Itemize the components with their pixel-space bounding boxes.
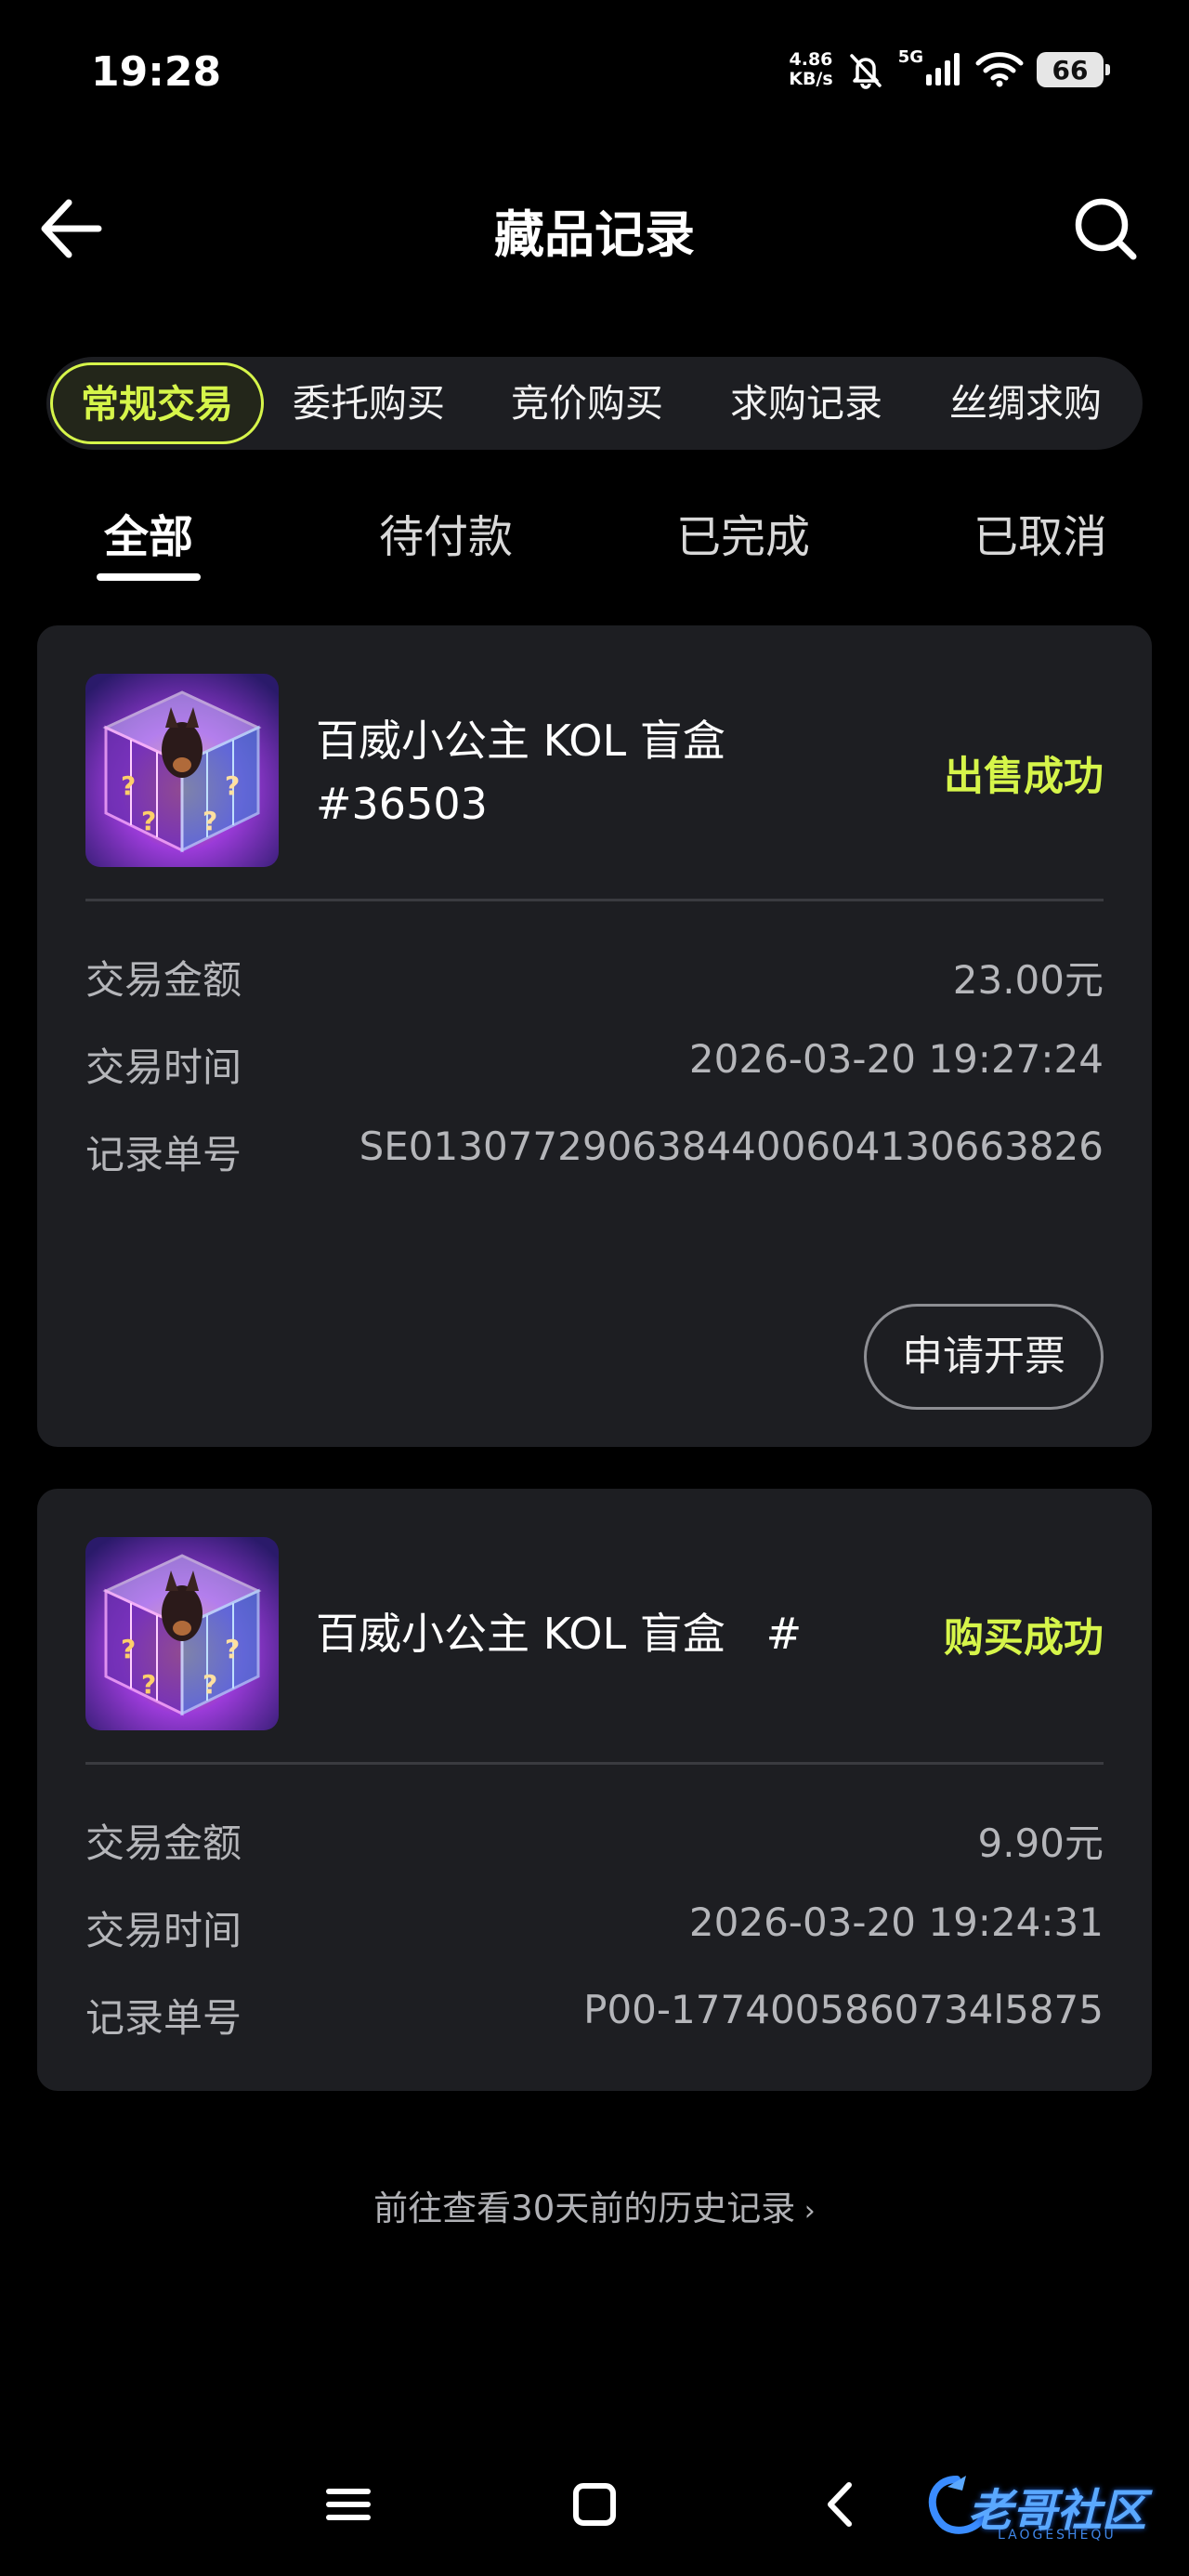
tab-entrusted-purchase[interactable]: 委托购买 bbox=[293, 357, 445, 450]
record-no-value: P00-1774005860734l5875 bbox=[583, 1987, 1104, 2032]
time-value: 2026-03-20 19:27:24 bbox=[688, 1036, 1104, 1082]
tab-silk-wanted[interactable]: 丝绸求购 bbox=[949, 357, 1102, 450]
divider bbox=[85, 899, 1104, 901]
item-thumbnail: ? ? ? ? bbox=[85, 1537, 279, 1730]
svg-text:?: ? bbox=[141, 1669, 156, 1700]
history-link[interactable]: 前往查看30天前的历史记录 › bbox=[0, 2180, 1189, 2230]
page-title: 藏品记录 bbox=[494, 205, 695, 264]
item-name: 百威小公主 KOL 盲盒 # bbox=[316, 1609, 803, 1659]
amount-label: 交易金额 bbox=[85, 1820, 242, 1866]
svg-text:?: ? bbox=[141, 806, 156, 836]
net-speed-value: 4.86 bbox=[789, 49, 833, 70]
time-value: 2026-03-20 19:24:31 bbox=[688, 1899, 1104, 1945]
amount-value: 9.90元 bbox=[977, 1820, 1104, 1866]
status-icons: 4.86 KB/s 5G 66 bbox=[789, 47, 1110, 89]
item-thumbnail: ? ? ? ? bbox=[85, 674, 279, 867]
search-icon[interactable] bbox=[1068, 191, 1143, 266]
record-no-value: SE0130772906384400604130663826 bbox=[359, 1124, 1104, 1169]
watermark-logo: 老哥社区 LAOGESHEQU bbox=[920, 2466, 1172, 2550]
tab-wanted-records[interactable]: 求购记录 bbox=[730, 357, 882, 450]
svg-text:?: ? bbox=[225, 770, 240, 801]
tab-underline bbox=[97, 573, 201, 581]
status-badge: 购买成功 bbox=[944, 1615, 1104, 1662]
status-time: 19:28 bbox=[91, 48, 222, 96]
amount-value: 23.00元 bbox=[952, 957, 1104, 1003]
tab-regular-trade[interactable]: 常规交易 bbox=[50, 362, 264, 444]
svg-text:?: ? bbox=[121, 770, 136, 801]
record-card[interactable]: ? ? ? ? 百威小公主 KOL 盲盒 # 购买成功 交易金额 9.90元 交… bbox=[37, 1489, 1152, 2091]
divider bbox=[85, 1762, 1104, 1765]
net-speed: 4.86 KB/s bbox=[789, 50, 832, 89]
tab-completed[interactable]: 已完成 bbox=[664, 500, 822, 565]
time-label: 交易时间 bbox=[85, 1908, 242, 1953]
tab-pending-payment[interactable]: 待付款 bbox=[367, 500, 525, 565]
svg-text:?: ? bbox=[203, 806, 217, 836]
tab-bid-purchase[interactable]: 竞价购买 bbox=[511, 357, 663, 450]
record-card[interactable]: ? ? ? ? 百威小公主 KOL 盲盒 #36503 出售成功 交易金额 23… bbox=[37, 625, 1152, 1447]
chevron-right-icon: › bbox=[795, 2195, 816, 2228]
svg-text:?: ? bbox=[121, 1634, 136, 1664]
net-speed-unit: KB/s bbox=[789, 69, 833, 89]
network-type: 5G bbox=[897, 47, 923, 67]
record-no-label: 记录单号 bbox=[85, 1995, 242, 2041]
time-label: 交易时间 bbox=[85, 1045, 242, 1090]
record-no-label: 记录单号 bbox=[85, 1132, 242, 1177]
back-chevron-icon[interactable] bbox=[808, 2472, 873, 2537]
item-name-line2: #36503 bbox=[316, 779, 488, 829]
apply-invoice-button[interactable]: 申请开票 bbox=[864, 1304, 1104, 1410]
item-name: 百威小公主 KOL 盲盒 #36503 bbox=[316, 709, 725, 835]
watermark-subtext: LAOGESHEQU bbox=[998, 2528, 1117, 2543]
history-link-text: 前往查看30天前的历史记录 bbox=[373, 2188, 796, 2228]
status-badge: 出售成功 bbox=[944, 754, 1104, 800]
wifi-icon bbox=[975, 52, 1024, 87]
svg-text:?: ? bbox=[225, 1634, 240, 1664]
mute-bell-icon bbox=[849, 54, 882, 89]
amount-label: 交易金额 bbox=[85, 957, 242, 1003]
home-square-icon[interactable] bbox=[562, 2472, 627, 2537]
svg-text:?: ? bbox=[203, 1669, 217, 1700]
tab-all[interactable]: 全部 bbox=[93, 500, 204, 565]
battery-indicator: 66 bbox=[1037, 52, 1110, 87]
category-tabs: 常规交易 委托购买 竞价购买 求购记录 丝绸求购 bbox=[46, 357, 1143, 450]
tab-cancelled[interactable]: 已取消 bbox=[961, 500, 1119, 565]
signal-icon: 5G bbox=[898, 47, 962, 87]
menu-icon[interactable] bbox=[316, 2472, 381, 2537]
item-name-line1: 百威小公主 KOL 盲盒 bbox=[316, 716, 725, 766]
